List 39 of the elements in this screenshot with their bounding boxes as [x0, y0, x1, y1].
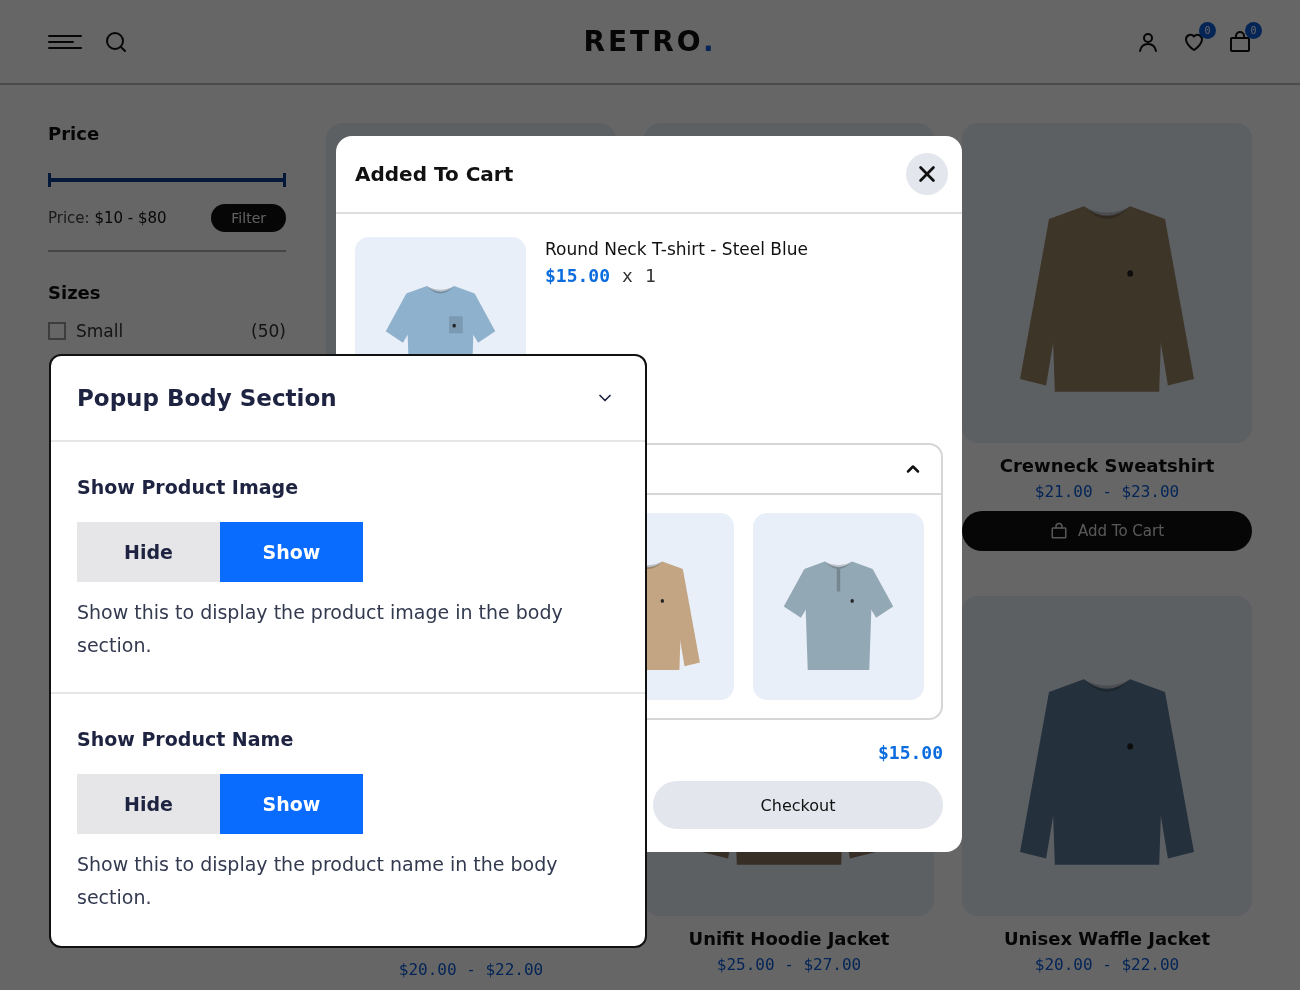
product-name[interactable]: Unisex Waffle Jacket: [1003, 928, 1211, 949]
cart-total: $15.00: [876, 741, 944, 763]
dialog-title: Added To Cart: [355, 162, 514, 186]
filter-button[interactable]: Filter: [211, 204, 286, 232]
product-price: $20.00 - $22.00: [1034, 955, 1180, 974]
cart-item-price: $15.00: [545, 265, 611, 286]
product-name[interactable]: Crewneck Sweatshirt: [999, 455, 1215, 476]
wishlist-count-badge: 0: [1199, 21, 1216, 39]
toggle-option[interactable]: Show: [220, 522, 363, 582]
add-to-cart-button[interactable]: Add To Cart: [962, 511, 1252, 551]
product-price: $25.00 - $27.00: [716, 955, 862, 974]
quantity: 1: [644, 265, 656, 286]
setting-description: Show this to display the product name in the body section.: [77, 852, 559, 910]
close-button[interactable]: [906, 153, 948, 195]
price-range-label: Price: $10 - $80: [48, 209, 167, 227]
setting-label: Show Product Image: [77, 476, 300, 498]
toggle-option[interactable]: Show: [220, 774, 363, 834]
panel-title: Popup Body Section: [77, 385, 337, 411]
size-label: Small: [76, 321, 124, 341]
logo[interactable]: RETRO.: [583, 25, 717, 58]
cart-item-name: Round Neck T-shirt - Steel Blue: [545, 239, 808, 259]
close-icon: [916, 163, 938, 185]
size-checkbox[interactable]: [48, 322, 66, 340]
filter-title: Sizes: [48, 282, 102, 303]
shopping-bag-icon: [1049, 522, 1068, 540]
toggle-option[interactable]: Hide: [77, 774, 220, 834]
product-price: $20.00 - $22.00: [398, 960, 544, 979]
setting-label: Show Product Name: [77, 728, 295, 750]
setting-description: Show this to display the product image in the body section.: [77, 600, 564, 658]
toggle-option[interactable]: Hide: [77, 522, 220, 582]
search-icon[interactable]: [104, 29, 128, 54]
filter-title: Price: [48, 123, 101, 144]
product-name[interactable]: Unifit Hoodie Jacket: [688, 928, 890, 949]
shopping-bag-icon[interactable]: [1228, 29, 1252, 54]
quantity-sign: x: [622, 265, 633, 286]
size-count: (50): [251, 321, 286, 341]
checkout-button[interactable]: Checkout: [653, 781, 943, 829]
product-price: $21.00 - $23.00: [1034, 482, 1180, 501]
cart-count-badge: 0: [1245, 21, 1262, 39]
